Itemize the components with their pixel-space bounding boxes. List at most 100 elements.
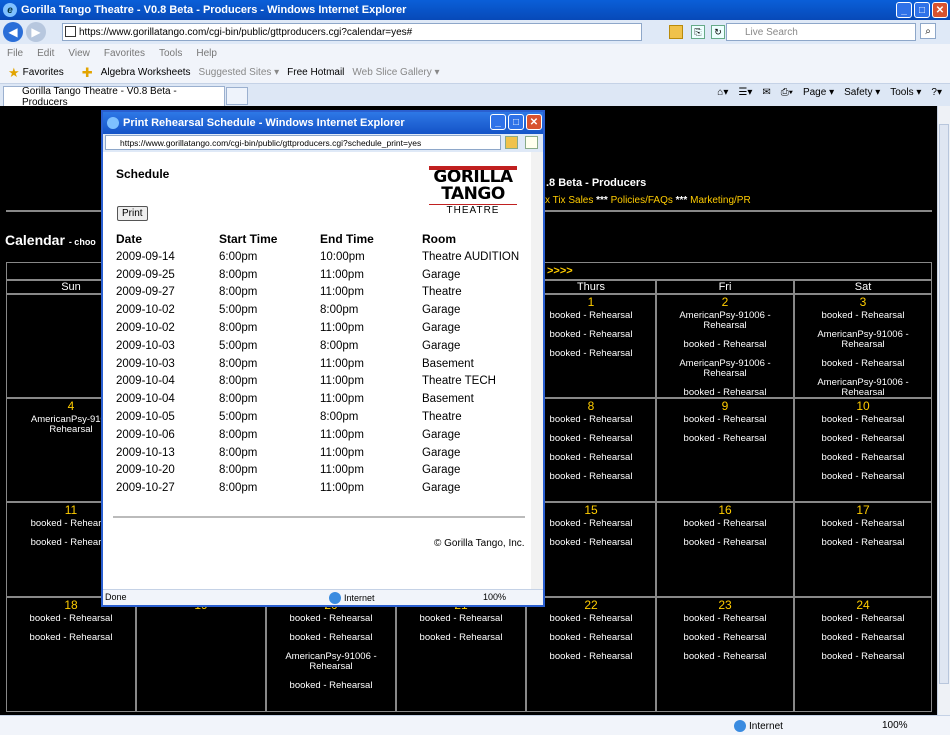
popup-address[interactable]: https://www.gorillatango.com/cgi-bin/pub… — [105, 135, 501, 150]
calendar-event[interactable]: booked - Rehearsal — [795, 652, 931, 662]
calendar-event[interactable]: booked - Rehearsal — [527, 519, 655, 529]
menu-file[interactable]: File — [7, 48, 23, 59]
calendar-event[interactable]: booked - Rehearsal — [795, 434, 931, 444]
popup-zoom[interactable]: 100% — [483, 592, 506, 602]
calendar-day-cell[interactable]: 20booked - Rehearsalbooked - RehearsalAm… — [266, 597, 396, 712]
calendar-event[interactable]: booked - Rehearsal — [527, 349, 655, 359]
calendar-event[interactable]: booked - Rehearsal — [527, 330, 655, 340]
calendar-event[interactable]: booked - Rehearsal — [527, 652, 655, 662]
search-input[interactable]: Live Search — [726, 23, 916, 41]
calendar-event[interactable]: booked - Rehearsal — [527, 472, 655, 482]
calendar-event[interactable]: AmericanPsy-91006 - Rehearsal — [657, 359, 793, 379]
calendar-event[interactable]: booked - Rehearsal — [795, 614, 931, 624]
calendar-day-cell[interactable]: 23 booked - Rehearsal booked - Rehearsal bo… — [656, 597, 794, 712]
calendar-event[interactable]: booked - Rehearsal — [657, 415, 793, 425]
calendar-event[interactable]: booked - Rehearsal — [657, 434, 793, 444]
calendar-event[interactable]: booked - Rehearsal — [657, 538, 793, 548]
search-icon[interactable]: ⌕ — [920, 23, 936, 39]
calendar-event[interactable]: booked - Rehearsal — [657, 633, 793, 643]
calendar-event[interactable]: AmericanPsy-91006 - Rehearsal — [795, 378, 931, 398]
page-scrollbar[interactable] — [937, 106, 950, 715]
calendar-day-cell[interactable]: 8 booked - Rehearsal booked - Rehearsal boo… — [526, 398, 656, 502]
calendar-day-cell[interactable]: 24 booked - Rehearsal booked - Rehearsal bo… — [794, 597, 932, 712]
link-policies[interactable]: Policies/FAQs — [611, 195, 673, 206]
address-input[interactable]: https://www.gorillatango.com/cgi-bin/pub… — [62, 23, 745, 41]
calendar-event[interactable]: booked - Rehearsal — [657, 652, 793, 662]
calendar-event[interactable]: booked - Rehearsal — [527, 415, 655, 425]
calendar-day-cell[interactable]: 15 booked - Rehearsal booked - Rehearsal — [526, 502, 656, 597]
calendar-day-cell[interactable]: 9 booked - Rehearsal booked - Rehearsal — [656, 398, 794, 502]
calendar-event[interactable]: booked - Rehearsal — [527, 538, 655, 548]
calendar-event[interactable]: booked - Rehearsal — [657, 388, 793, 398]
close-button[interactable]: ✕ — [932, 2, 948, 18]
calendar-event[interactable]: AmericanPsy-91006 - Rehearsal — [795, 330, 931, 350]
page-menu[interactable]: Page ▾ — [803, 87, 834, 98]
calendar-day-cell[interactable]: 2 AmericanPsy-91006 - Rehearsal booked - R… — [656, 294, 794, 398]
zoom-control[interactable]: 100% — [882, 720, 908, 731]
calendar-day-cell[interactable]: 10 booked - Rehearsal booked - Rehearsal bo… — [794, 398, 932, 502]
menu-edit[interactable]: Edit — [37, 48, 54, 59]
fav-algebra[interactable]: Algebra Worksheets — [101, 67, 191, 78]
popup-scrollbar[interactable] — [531, 152, 543, 589]
link-tix-sales[interactable]: x Tix Sales — [545, 195, 593, 206]
menu-view[interactable]: View — [68, 48, 90, 59]
calendar-event[interactable]: booked - Rehearsal — [527, 311, 655, 321]
compat-icon[interactable] — [525, 136, 538, 149]
calendar-event[interactable]: booked - Rehearsal — [267, 681, 395, 691]
calendar-event[interactable]: booked - Rehearsal — [657, 519, 793, 529]
menu-favorites[interactable]: Favorites — [104, 48, 145, 59]
calendar-event[interactable]: booked - Rehearsal — [795, 519, 931, 529]
lock-icon[interactable] — [669, 25, 683, 39]
back-button[interactable]: ◀ — [3, 22, 23, 42]
calendar-day-cell[interactable]: 3 booked - Rehearsal AmericanPsy-91006 - R… — [794, 294, 932, 398]
popup-maximize-button[interactable]: □ — [508, 114, 524, 130]
calendar-event[interactable]: booked - Rehearsal — [397, 614, 525, 624]
tab-current[interactable]: Gorilla Tango Theatre - V0.8 Beta - Prod… — [3, 86, 225, 108]
calendar-day-cell[interactable]: 22 booked - Rehearsal booked - Rehearsal bo… — [526, 597, 656, 712]
add-favorite-icon[interactable]: ✚ — [82, 65, 93, 81]
calendar-event[interactable]: booked - Rehearsal — [795, 538, 931, 548]
calendar-event[interactable]: booked - Rehearsal — [527, 434, 655, 444]
calendar-day-cell[interactable]: 16 booked - Rehearsal booked - Rehearsal — [656, 502, 794, 597]
calendar-event[interactable]: booked - Rehearsal — [527, 633, 655, 643]
mail-icon[interactable]: ✉ — [762, 87, 770, 98]
calendar-event[interactable]: booked - Rehearsal — [7, 614, 135, 624]
next-month-link[interactable]: >>>> — [547, 265, 573, 277]
calendar-event[interactable]: booked - Rehearsal — [7, 633, 135, 643]
new-tab-button[interactable] — [226, 87, 248, 105]
print-button[interactable]: Print — [117, 206, 148, 221]
calendar-event[interactable]: AmericanPsy-91006 - Rehearsal — [267, 652, 395, 672]
home-icon[interactable]: ⌂▾ — [717, 87, 728, 98]
forward-button[interactable]: ▶ — [26, 22, 46, 42]
popup-close-button[interactable]: ✕ — [526, 114, 542, 130]
tools-menu[interactable]: Tools ▾ — [890, 87, 921, 98]
calendar-event[interactable]: booked - Rehearsal — [657, 614, 793, 624]
lock-icon[interactable] — [505, 136, 518, 149]
safety-menu[interactable]: Safety ▾ — [844, 87, 880, 98]
calendar-event[interactable]: booked - Rehearsal — [657, 340, 793, 350]
calendar-day-cell[interactable]: 17 booked - Rehearsal booked - Rehearsal — [794, 502, 932, 597]
fav-suggested[interactable]: Suggested Sites ▾ — [199, 67, 280, 78]
calendar-day-cell[interactable]: 21booked - Rehearsalbooked - Rehearsal — [396, 597, 526, 712]
calendar-event[interactable]: booked - Rehearsal — [795, 359, 931, 369]
print-icon[interactable]: ⎙▾ — [781, 87, 793, 98]
maximize-button[interactable]: □ — [914, 2, 930, 18]
calendar-day-cell[interactable]: 19 — [136, 597, 266, 712]
calendar-event[interactable]: booked - Rehearsal — [795, 472, 931, 482]
calendar-event[interactable]: booked - Rehearsal — [397, 633, 525, 643]
calendar-day-cell[interactable]: 1 booked - Rehearsal booked - Rehearsal boo… — [526, 294, 656, 398]
popup-minimize-button[interactable]: _ — [490, 114, 506, 130]
calendar-event[interactable]: booked - Rehearsal — [795, 415, 931, 425]
calendar-event[interactable]: AmericanPsy-91006 - Rehearsal — [657, 311, 793, 331]
calendar-event[interactable]: booked - Rehearsal — [527, 453, 655, 463]
minimize-button[interactable]: _ — [896, 2, 912, 18]
favorites-button[interactable]: ★ Favorites — [8, 65, 64, 81]
calendar-event[interactable]: booked - Rehearsal — [795, 633, 931, 643]
menu-help[interactable]: Help — [196, 48, 217, 59]
feeds-icon[interactable]: ☰▾ — [738, 87, 752, 98]
refresh-icon[interactable]: ↻ — [711, 25, 725, 39]
link-marketing[interactable]: Marketing/PR — [690, 195, 751, 206]
fav-hotmail[interactable]: Free Hotmail — [287, 67, 344, 78]
menu-tools[interactable]: Tools — [159, 48, 182, 59]
compat-icon[interactable]: ⎘ — [691, 25, 705, 39]
